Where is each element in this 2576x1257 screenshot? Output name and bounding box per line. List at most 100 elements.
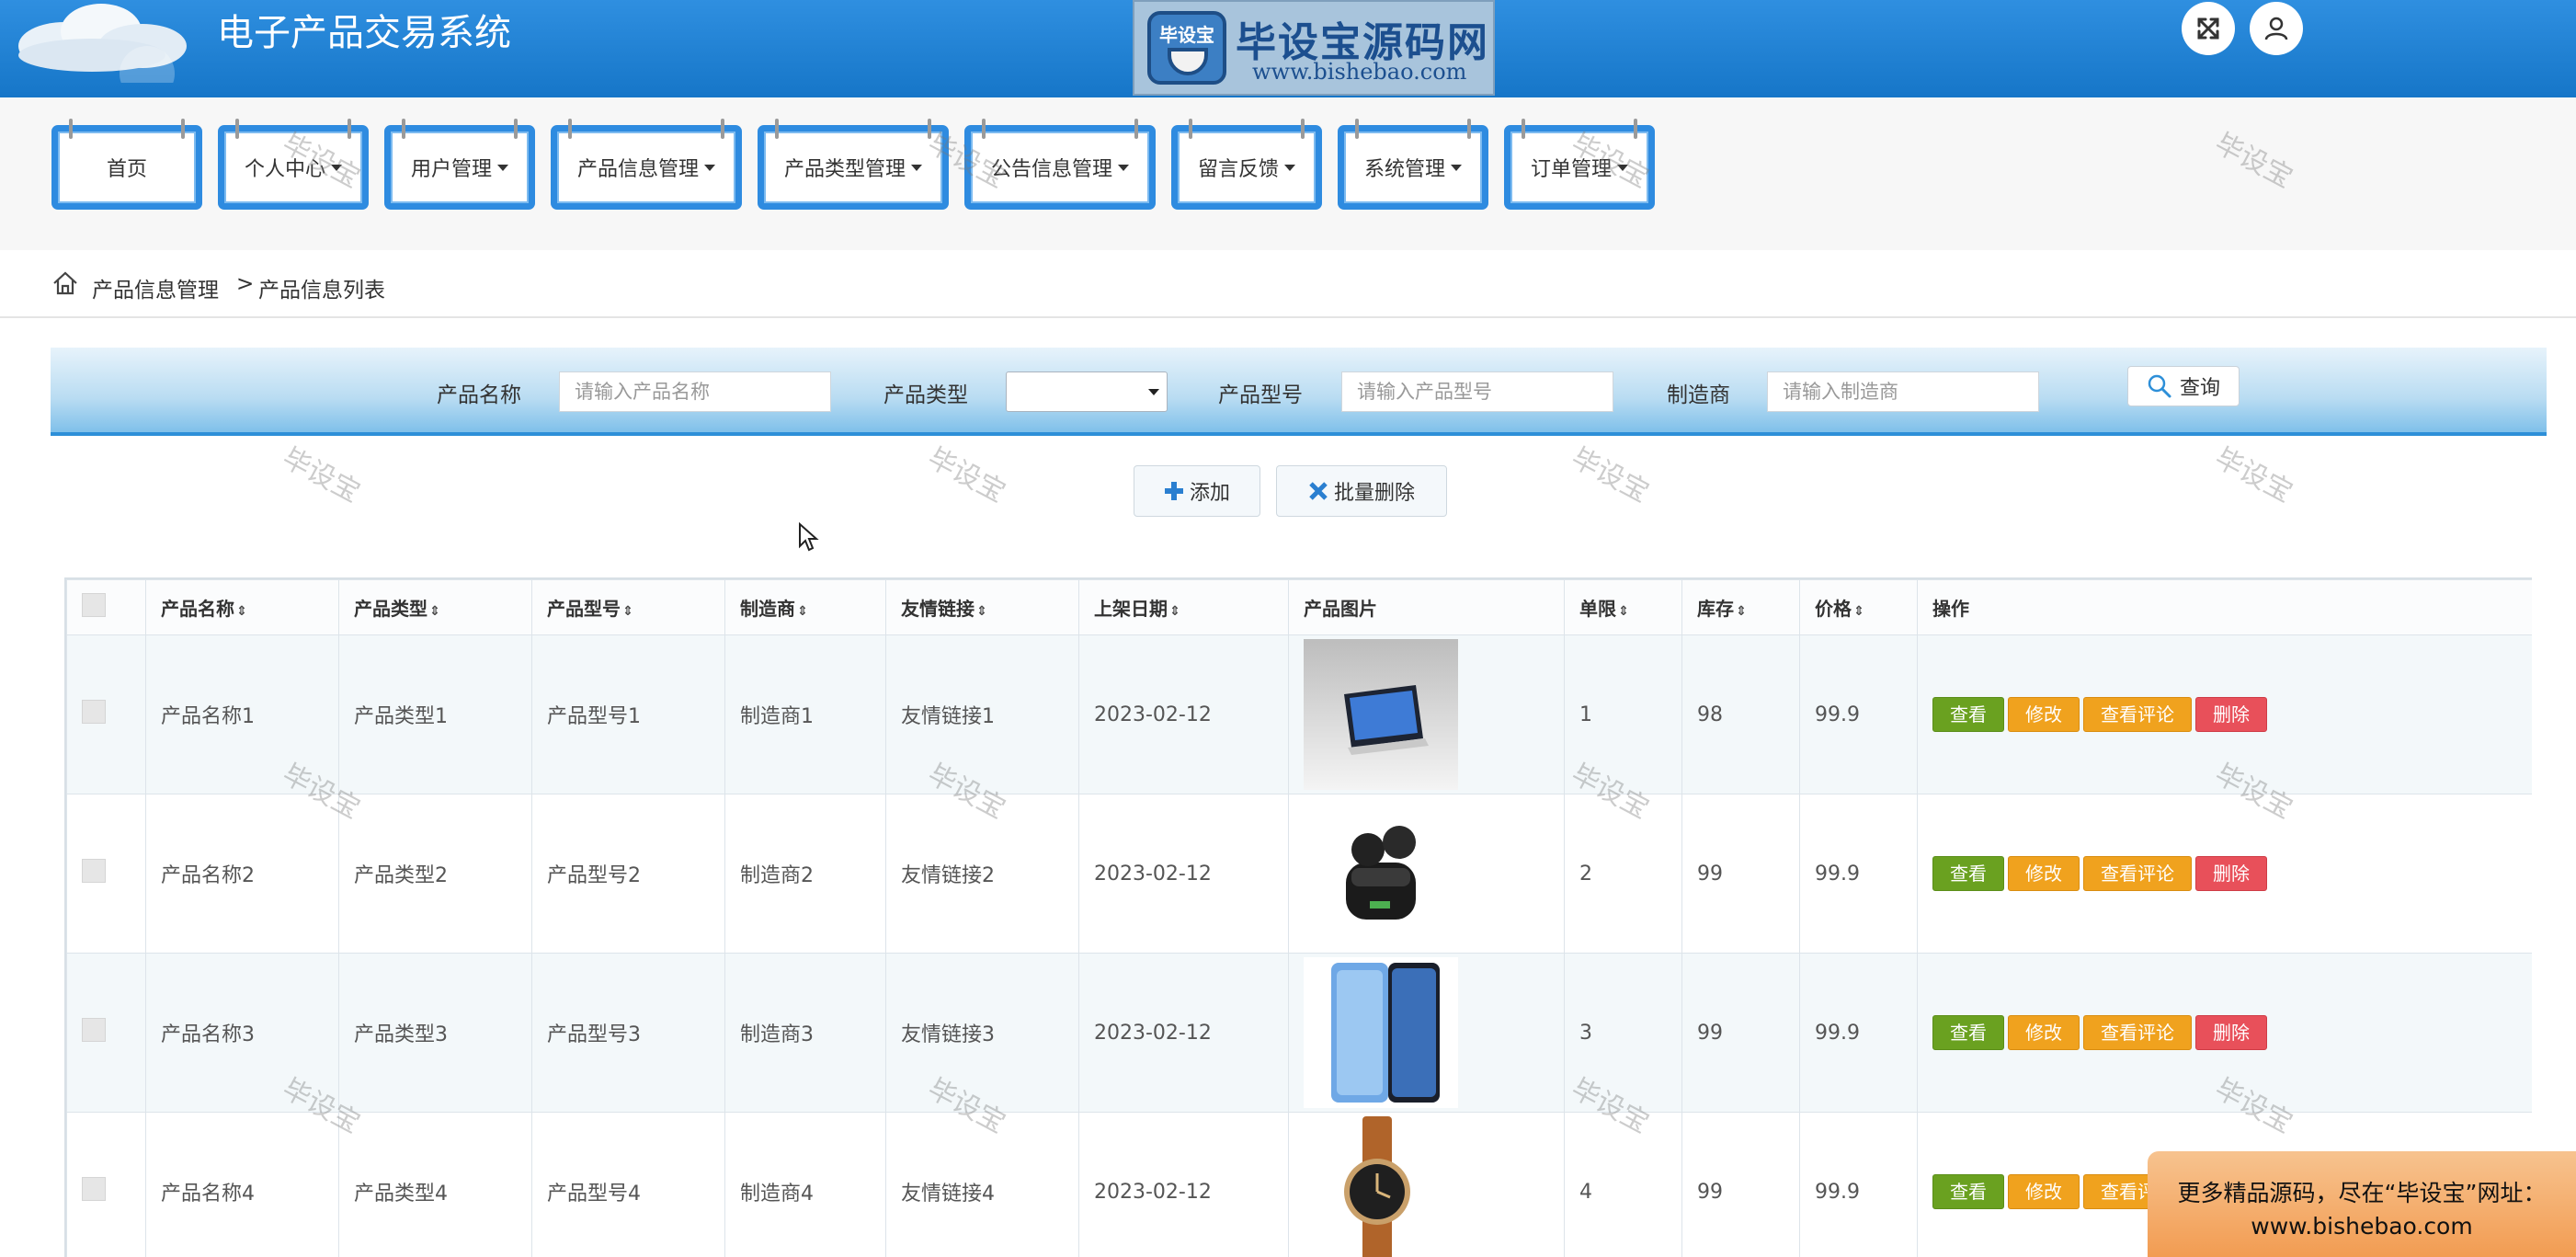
row-checkbox[interactable]: [82, 1018, 106, 1042]
watch-image: [1304, 1116, 1458, 1257]
column-header[interactable]: 产品型号 ⇕: [531, 579, 725, 635]
nav-item-product-type[interactable]: 产品类型管理: [758, 119, 949, 210]
view-button[interactable]: 查看: [1932, 697, 2004, 732]
manufacturer-input[interactable]: 请输入制造商: [1767, 371, 2039, 412]
view-reviews-button[interactable]: 查看评论: [2083, 856, 2192, 891]
view-button[interactable]: 查看: [1932, 856, 2004, 891]
cell-link: 友情链接3: [885, 953, 1079, 1113]
row-checkbox-cell[interactable]: [66, 794, 146, 954]
view-button[interactable]: 查看: [1932, 1174, 2004, 1209]
column-header[interactable]: 上架日期 ⇕: [1078, 579, 1289, 635]
nav-item-system[interactable]: 系统管理: [1338, 119, 1488, 210]
cell-link: 友情链接2: [885, 794, 1079, 954]
column-header[interactable]: 单限 ⇕: [1564, 579, 1682, 635]
chevron-down-icon: [497, 164, 508, 171]
cell-stock: 99: [1681, 953, 1800, 1113]
promo-banner[interactable]: 更多精品源码，尽在“毕设宝”网址： www.bishebao.com: [2148, 1151, 2576, 1257]
cell-stock: 99: [1681, 1112, 1800, 1257]
column-header-label: 产品名称: [161, 598, 234, 620]
nav-item-feedback[interactable]: 留言反馈: [1171, 119, 1322, 210]
product-model-input[interactable]: 请输入产品型号: [1341, 371, 1613, 412]
column-header[interactable]: 价格 ⇕: [1799, 579, 1918, 635]
watermark: 毕设宝: [922, 441, 1011, 509]
chevron-down-icon: [704, 164, 715, 171]
delete-button[interactable]: 删除: [2195, 856, 2267, 891]
cell-actions: 查看修改查看评论删除: [1917, 953, 2532, 1113]
breadcrumb-item[interactable]: 产品信息管理: [92, 272, 219, 303]
product-type-select[interactable]: [1006, 371, 1168, 412]
column-header[interactable]: 库存 ⇕: [1681, 579, 1800, 635]
cell-maker: 制造商1: [724, 634, 886, 794]
fullscreen-button[interactable]: [2182, 2, 2235, 55]
edit-button[interactable]: 修改: [2008, 697, 2080, 732]
sort-icon: ⇕: [429, 604, 440, 619]
row-checkbox-cell[interactable]: [66, 1112, 146, 1257]
product-name-input[interactable]: 请输入产品名称: [559, 371, 831, 412]
column-header-label: 库存: [1697, 598, 1734, 620]
sort-icon: ⇕: [236, 604, 247, 619]
table-row: 产品名称2 产品类型2 产品型号2 制造商2 友情链接2 2023-02-12: [66, 794, 2532, 954]
user-button[interactable]: [2250, 2, 2303, 55]
nav-item-product-info[interactable]: 产品信息管理: [551, 119, 742, 210]
cell-limit: 3: [1564, 953, 1682, 1113]
cell-maker: 制造商3: [724, 953, 886, 1113]
chevron-down-icon: [1284, 164, 1295, 171]
row-checkbox-cell[interactable]: [66, 953, 146, 1113]
cell-type: 产品类型1: [338, 634, 532, 794]
main-nav: 首页 个人中心 用户管理 产品信息管理 产品类型管理 公告信息管理 留言反馈 系…: [0, 97, 2576, 250]
nav-item-announcement[interactable]: 公告信息管理: [964, 119, 1156, 210]
view-reviews-button[interactable]: 查看评论: [2083, 697, 2192, 732]
cell-model: 产品型号3: [531, 953, 725, 1113]
watermark: 毕设宝: [277, 441, 366, 509]
cell-date: 2023-02-12: [1078, 953, 1289, 1113]
view-reviews-button[interactable]: 查看评论: [2083, 1015, 2192, 1050]
row-checkbox-cell[interactable]: [66, 634, 146, 794]
cell-model: 产品型号4: [531, 1112, 725, 1257]
watermark: 毕设宝: [2209, 441, 2298, 509]
cloud-logo-icon: [18, 4, 187, 83]
nav-item-label: 个人中心: [244, 158, 325, 181]
watermark: 毕设宝: [1566, 441, 1655, 509]
cell-price: 99.9: [1799, 794, 1918, 954]
batch-delete-button[interactable]: 批量删除: [1276, 465, 1447, 517]
nav-item-personal-center[interactable]: 个人中心: [218, 119, 369, 210]
column-header[interactable]: 友情链接 ⇕: [885, 579, 1079, 635]
column-header-label: 制造商: [740, 598, 795, 620]
edit-button[interactable]: 修改: [2008, 1174, 2080, 1209]
nav-item-user-management[interactable]: 用户管理: [384, 119, 535, 210]
view-button[interactable]: 查看: [1932, 1015, 2004, 1050]
column-header[interactable]: 制造商 ⇕: [724, 579, 886, 635]
select-all-cell[interactable]: [66, 579, 146, 635]
sort-icon: ⇕: [1736, 604, 1747, 619]
column-header: 操作: [1917, 579, 2532, 635]
row-checkbox[interactable]: [82, 859, 106, 883]
add-button-label: 添加: [1189, 482, 1230, 505]
logo-badge: 毕设宝: [1147, 11, 1226, 85]
delete-button[interactable]: 删除: [2195, 697, 2267, 732]
cell-limit: 2: [1564, 794, 1682, 954]
nav-item-home[interactable]: 首页: [51, 119, 202, 210]
cell-image: [1288, 794, 1565, 954]
edit-button[interactable]: 修改: [2008, 1015, 2080, 1050]
earbuds-image: [1304, 798, 1458, 949]
query-button[interactable]: 查询: [2127, 366, 2240, 406]
table-header-row: 产品名称 ⇕ 产品类型 ⇕ 产品型号 ⇕ 制造商 ⇕ 友情链接 ⇕ 上架日期 ⇕ 产品图片 …: [66, 579, 2532, 635]
add-button[interactable]: 添加: [1134, 465, 1260, 517]
column-header[interactable]: 产品类型 ⇕: [338, 579, 532, 635]
cell-actions: 查看修改查看评论删除: [1917, 794, 2532, 954]
column-header[interactable]: 产品名称 ⇕: [145, 579, 339, 635]
row-checkbox[interactable]: [82, 700, 106, 724]
cell-model: 产品型号2: [531, 794, 725, 954]
delete-button[interactable]: 删除: [2195, 1015, 2267, 1050]
top-header: 电子产品交易系统 毕设宝 毕设宝源码网 www.bishebao.com: [0, 0, 2576, 97]
row-checkbox[interactable]: [82, 1177, 106, 1201]
column-header: 产品图片: [1288, 579, 1565, 635]
select-all-checkbox[interactable]: [82, 593, 106, 617]
nav-item-orders[interactable]: 订单管理: [1504, 119, 1655, 210]
breadcrumb: 产品信息管理 > 产品信息列表: [0, 250, 2576, 318]
edit-button[interactable]: 修改: [2008, 856, 2080, 891]
product-type-label: 产品类型: [883, 383, 968, 407]
home-icon[interactable]: [51, 270, 79, 296]
cell-date: 2023-02-12: [1078, 634, 1289, 794]
cell-date: 2023-02-12: [1078, 794, 1289, 954]
